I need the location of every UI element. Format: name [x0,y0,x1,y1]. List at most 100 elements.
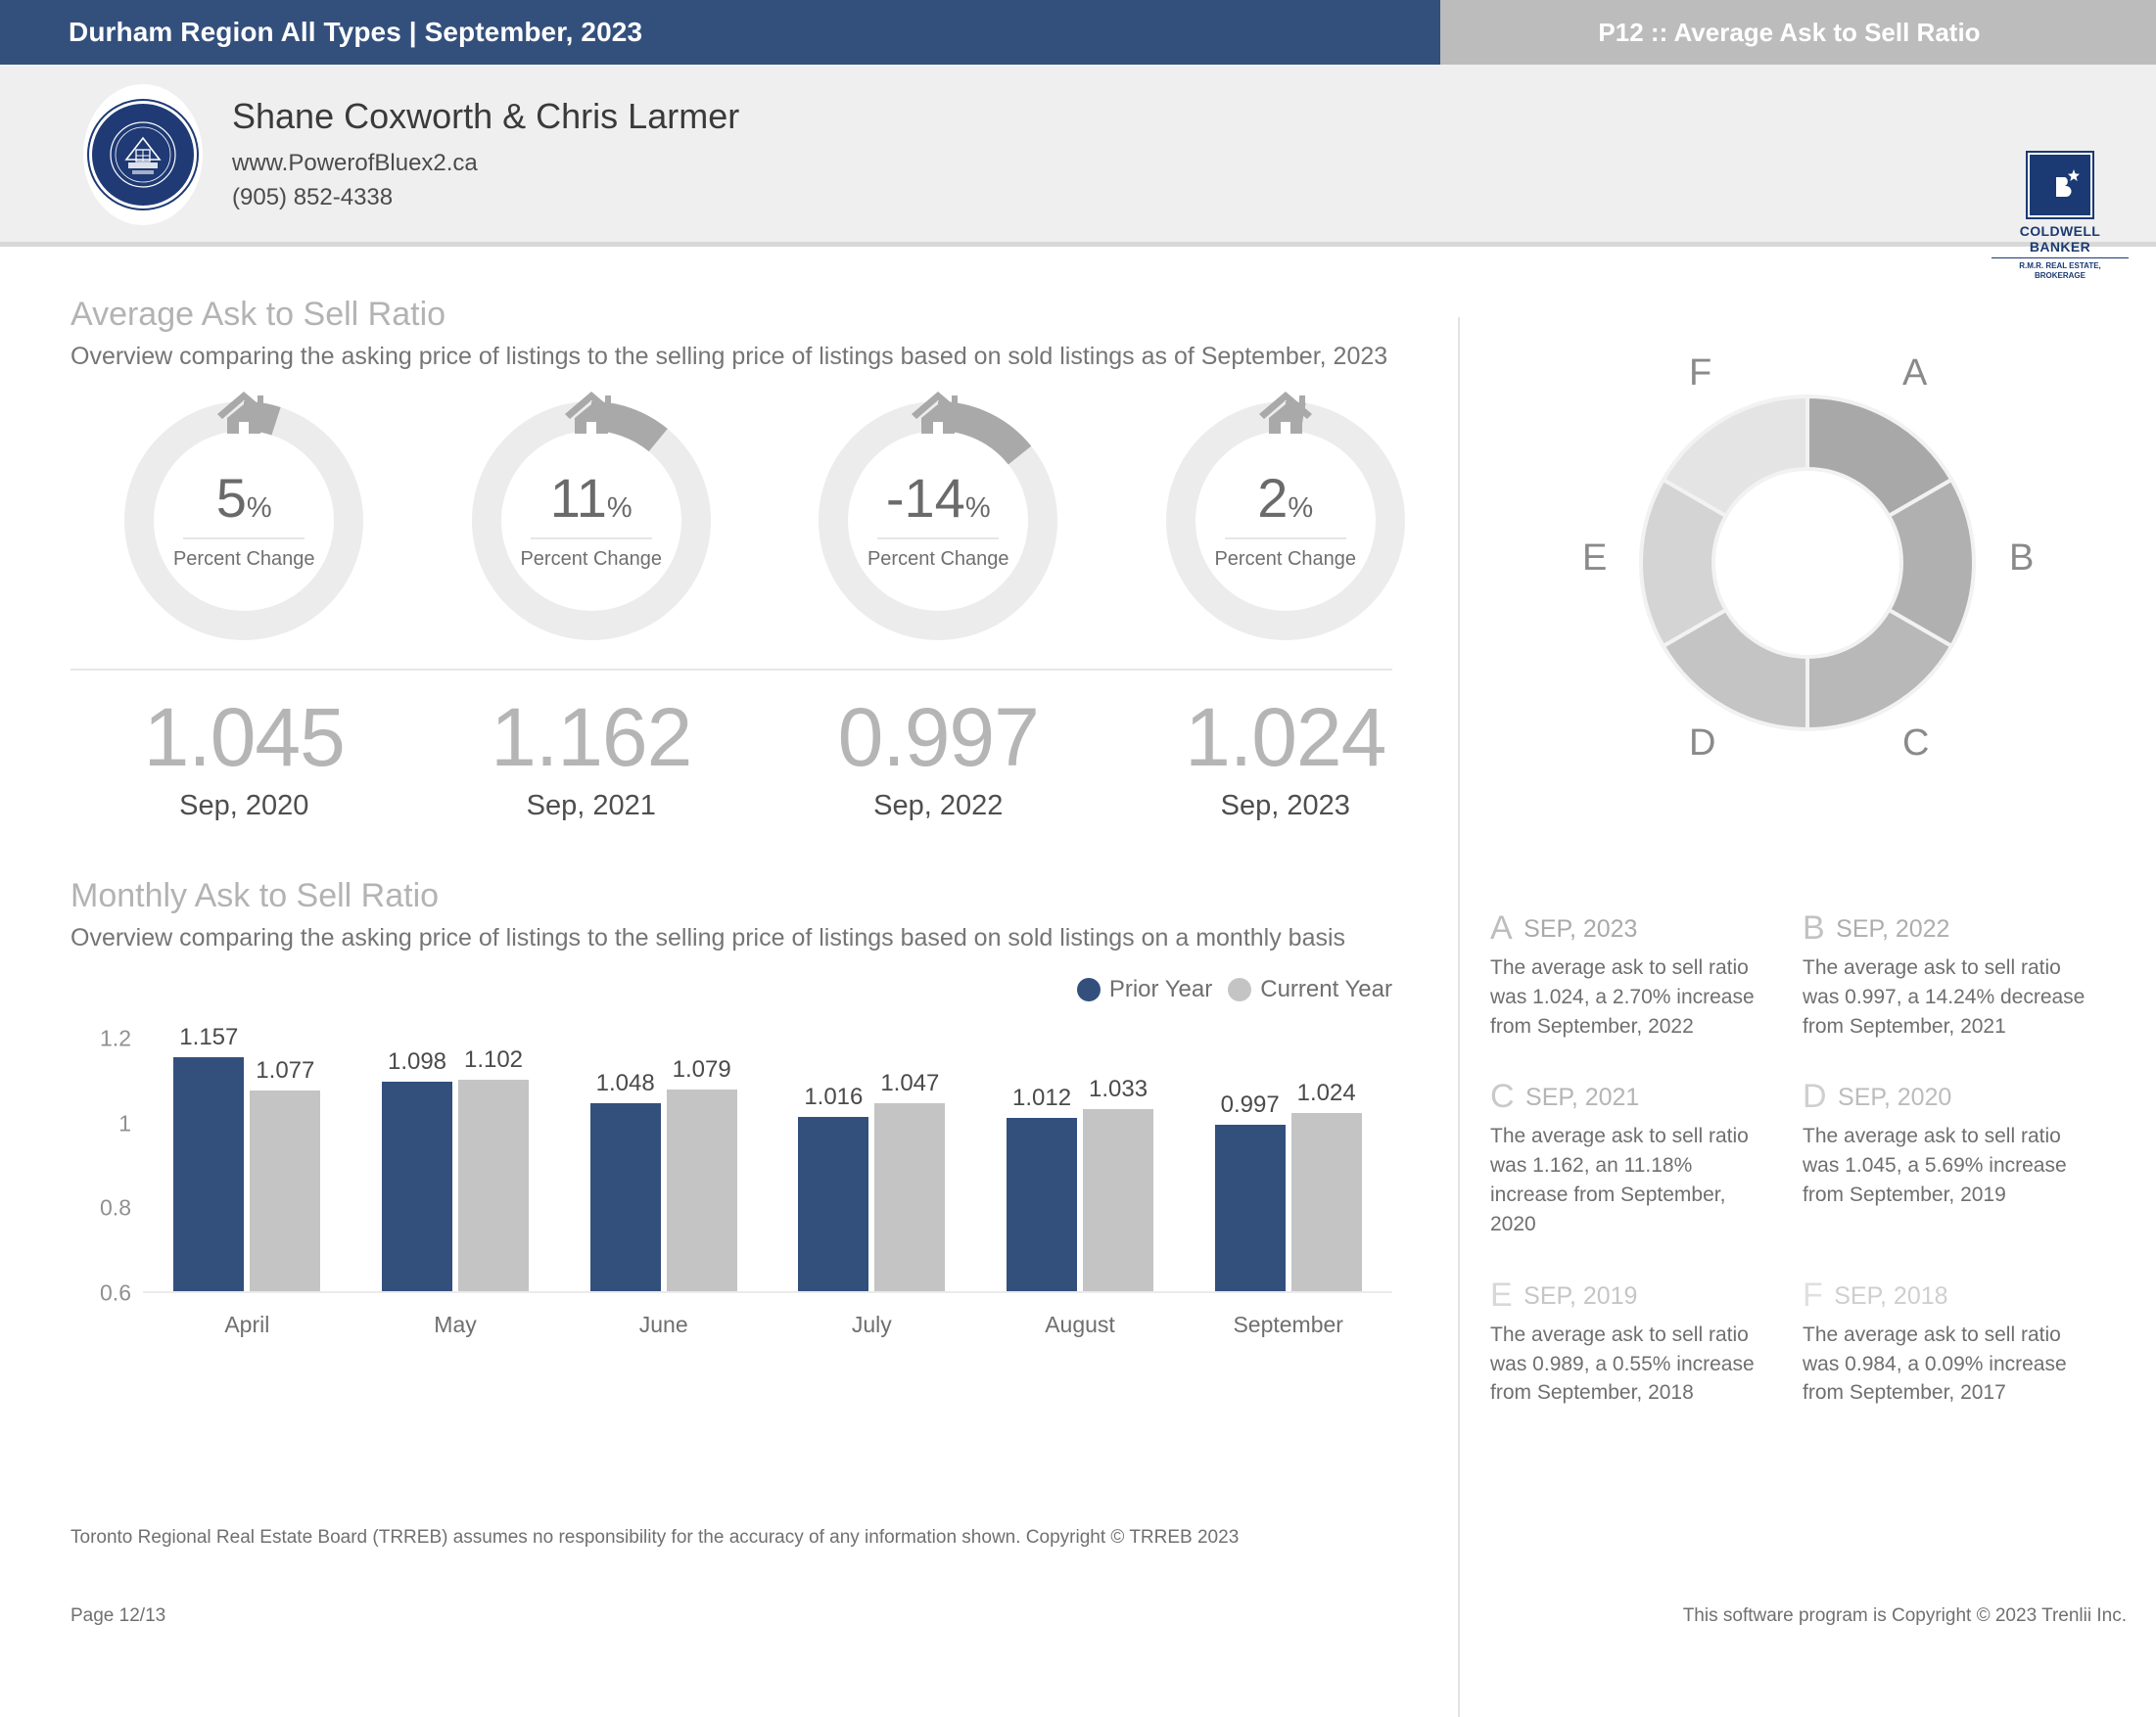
agent-website[interactable]: www.PowerofBluex2.ca [232,147,739,181]
yearly-total-0: 1.045 Sep, 2020 [70,696,418,822]
summary-card-text-D: The average ask to sell ratio was 1.045,… [1803,1125,2067,1207]
yearly-total-value-2: 0.997 [837,691,1040,783]
agent-name: Shane Coxworth & Chris Larmer [232,96,740,136]
summary-card-text-B: The average ask to sell ratio was 0.997,… [1803,956,2086,1038]
page-section-title: P12 :: Average Ask to Sell Ratio [1598,17,1981,47]
bar-august-current-year[interactable]: 1.033 [1083,1076,1154,1293]
yearly-total-label-3: Sep, 2023 [1220,790,1350,821]
bar-value-label: 1.079 [672,1056,731,1084]
donut-label-F: F [1689,352,1712,394]
bar-value-label: 1.077 [256,1057,315,1085]
bar-group-1: 1.098 1.102 [352,1039,560,1293]
x-axis-labels: April May June July August September [143,1312,1392,1338]
bar-september-prior-year[interactable]: 0.997 [1214,1091,1286,1293]
summary-card-letter-D: D [1803,1078,1827,1116]
donut-chart: A B C D E F [1484,291,2131,839]
legend-swatch-1 [1228,978,1252,1001]
gauge-rule-3 [1224,537,1346,539]
powerofbluex2-seal-icon [89,101,197,209]
summary-card-letter-B: B [1803,909,1825,947]
x-label-august: August [1045,1312,1115,1337]
donut-label-E: E [1582,536,1608,579]
bar-value-label: 1.047 [880,1070,940,1097]
gauge-rule-2 [877,537,1000,539]
bar-september-current-year[interactable]: 1.024 [1290,1080,1362,1293]
monthly-chart-section: Monthly Ask to Sell Ratio Overview compa… [70,877,1459,1340]
gauge-rule-1 [530,537,652,539]
gauge-row: 5% Percent Change 11% Percent Change -14… [70,392,1460,647]
bar-april-current-year[interactable]: 1.077 [250,1057,321,1293]
bar-april-prior-year[interactable]: 1.157 [173,1024,245,1293]
y-tick-1.2: 1.2 [100,1025,131,1051]
yearly-total-label-1: Sep, 2021 [526,790,656,821]
summary-card-letter-C: C [1490,1078,1515,1116]
yearly-total-1: 1.162 Sep, 2021 [418,696,766,822]
summary-card-period-E: SEP, 2019 [1523,1281,1638,1310]
summary-card-head-D: D SEP, 2020 [1803,1078,2087,1116]
yearly-total-2: 0.997 Sep, 2022 [765,696,1112,822]
bar-group-4: 1.012 1.033 [976,1039,1185,1293]
gauge-percent-1: 11% [549,467,633,529]
bar-value-label: 1.098 [387,1048,447,1076]
chart-plot-area: 1.157 1.077 1.098 1.102 1.048 1.079 1.01… [143,1024,1392,1293]
monthly-bar-chart: 0.6 0.8 1 1.2 1.157 1.077 1.098 1.102 1.048… [70,1017,1392,1340]
header-left-panel: Durham Region All Types | September, 202… [0,0,1440,65]
legend-swatch-0 [1076,978,1101,1001]
gauge-1: 11% Percent Change [418,392,766,647]
header-right-panel: P12 :: Average Ask to Sell Ratio [1440,0,2156,65]
legend-label-1: Current Year [1260,976,1392,1002]
bar-june-current-year[interactable]: 1.079 [666,1056,737,1293]
left-column: Average Ask to Sell Ratio Overview compa… [0,247,1459,1657]
x-label-july: July [851,1312,892,1337]
bar-may-current-year[interactable]: 1.102 [458,1046,529,1293]
bar-value-label: 0.997 [1220,1091,1280,1118]
bar-may-prior-year[interactable]: 1.098 [382,1048,452,1293]
summary-card-period-A: SEP, 2023 [1523,915,1638,943]
software-copyright: This software program is Copyright © 202… [1682,1605,2127,1626]
yearly-total-value-0: 1.045 [143,691,346,783]
summary-card-head-F: F SEP, 2018 [1803,1276,2087,1315]
bar-value-label: 1.016 [804,1083,864,1110]
house-icon [217,392,271,434]
gauge-0: 5% Percent Change [70,392,418,647]
summary-card-B: B SEP, 2022 The average ask to sell rati… [1803,909,2115,1041]
bar-group-3: 1.016 1.047 [768,1039,976,1293]
gauge-percent-3: 2% [1257,467,1314,529]
y-tick-0.8: 0.8 [100,1194,131,1221]
x-label-june: June [638,1312,688,1337]
summary-card-head-A: A SEP, 2023 [1490,909,1775,948]
bar-value-label: 1.012 [1011,1085,1072,1112]
summary-card-text-C: The average ask to sell ratio was 1.162,… [1490,1125,1749,1235]
gauge-3: 2% Percent Change [1112,392,1460,647]
report-title: Durham Region All Types | September, 202… [69,17,643,47]
legend-item-0[interactable]: Prior Year [1076,976,1213,1003]
right-column: A B C D E F A SEP, 2023 The average ask to se… [1459,247,2156,1657]
summary-card-letter-A: A [1490,909,1513,947]
summary-card-head-C: C SEP, 2021 [1490,1078,1775,1116]
summary-card-A: A SEP, 2023 The average ask to sell rati… [1490,909,1803,1041]
year-summary-cards: A SEP, 2023 The average ask to sell rati… [1459,909,2156,1445]
bar-july-current-year[interactable]: 1.047 [874,1070,946,1293]
gauge-percent-2: -14% [885,467,991,529]
seal-house-icon [110,121,176,188]
bar-july-prior-year[interactable]: 1.016 [798,1084,869,1293]
yearly-totals-row: 1.045 Sep, 2020 1.162 Sep, 2021 0.997 Se… [70,696,1459,822]
monthly-title: Monthly Ask to Sell Ratio [70,877,440,914]
cb-name-line1: COLDWELL [2019,223,2101,239]
bar-august-prior-year[interactable]: 1.012 [1007,1085,1078,1293]
bar-june-prior-year[interactable]: 1.048 [589,1070,661,1293]
donut-label-B: B [2009,537,2035,579]
house-icon [1258,392,1312,434]
gauge-label-0: Percent Change [172,548,315,570]
top-header-bar: Durham Region All Types | September, 202… [0,0,2156,65]
gauge-label-1: Percent Change [520,548,663,570]
legend-label-0: Prior Year [1108,976,1213,1002]
agent-phone: (905) 852-4338 [232,183,394,210]
overview-description: Overview comparing the asking price of l… [70,343,1388,370]
page-number: Page 12/13 [70,1605,166,1626]
agent-logo [83,84,203,225]
donut-label-C: C [1901,721,1930,764]
summary-card-head-B: B SEP, 2022 [1803,909,2087,948]
legend-item-1[interactable]: Current Year [1228,976,1392,1003]
x-axis-line [143,1291,1392,1293]
